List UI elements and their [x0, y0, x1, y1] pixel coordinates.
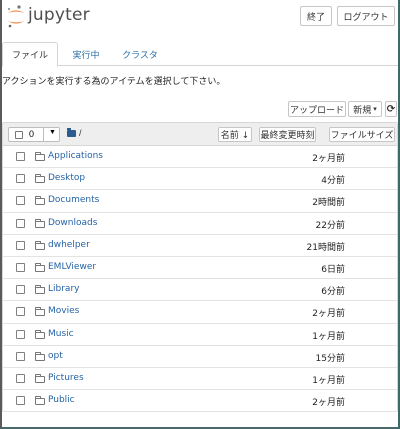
dropdown-divider [43, 128, 44, 141]
select-all-checkbox[interactable] [15, 131, 23, 139]
file-row[interactable]: Applications 2ヶ月前 [3, 146, 397, 169]
folder-icon [35, 240, 45, 250]
upload-button[interactable]: アップロード [288, 101, 346, 117]
tab-bar: ファイル 実行中 クラスタ [2, 42, 398, 67]
quit-button[interactable]: 終了 [300, 6, 332, 26]
modified-time: 1ヶ月前 [312, 375, 345, 386]
file-name-link[interactable]: Library [48, 284, 79, 294]
folder-icon[interactable] [67, 128, 76, 137]
file-row[interactable]: Pictures 1ヶ月前 [3, 368, 397, 391]
sort-by-size-button[interactable]: ファイルサイズ [329, 127, 395, 142]
sort-by-name-button[interactable]: 名前 ↓ [218, 127, 252, 142]
chevron-down-icon[interactable]: ▼ [49, 129, 56, 136]
new-button[interactable]: 新規 ▾ [348, 101, 382, 117]
file-name-link[interactable]: Desktop [48, 173, 85, 183]
modified-time: 21時間前 [306, 242, 345, 253]
folder-icon [35, 396, 45, 406]
file-row[interactable]: Downloads 22分前 [3, 213, 397, 235]
row-checkbox[interactable] [16, 285, 25, 295]
folder-icon [35, 329, 45, 339]
file-row[interactable]: EMLViewer 6日前 [3, 257, 397, 280]
row-checkbox[interactable] [16, 218, 25, 228]
file-name-link[interactable]: opt [48, 351, 63, 361]
jupyter-logo-icon [7, 5, 24, 28]
modified-time: 6分前 [321, 287, 345, 298]
modified-time: 2ヶ月前 [312, 154, 345, 164]
modified-time: 2ヶ月前 [312, 398, 345, 409]
folder-icon [35, 285, 45, 295]
file-name-link[interactable]: Documents [48, 195, 99, 205]
instruction-text: アクションを実行する為のアイテムを選択して下さい。 [2, 77, 226, 87]
folder-icon [35, 174, 45, 184]
file-name-link[interactable]: EMLViewer [48, 262, 96, 272]
app-name: jupyter [28, 5, 90, 25]
folder-icon [35, 351, 45, 361]
file-name-link[interactable]: Public [48, 395, 75, 405]
sort-by-modified-button[interactable]: 最終変更時刻 [259, 127, 316, 142]
tab-running[interactable]: 実行中 [62, 42, 110, 66]
file-row[interactable]: Library 6分前 [3, 279, 397, 302]
modified-time: 1ヶ月前 [312, 331, 345, 342]
folder-icon [35, 196, 45, 206]
file-list-header: 0 ▼ / 名前 ↓ 最終変更時刻 ファイルサイズ [3, 123, 397, 146]
header: jupyter 終了 ログアウト [2, 0, 398, 36]
file-row[interactable]: Music 1ヶ月前 [3, 324, 397, 346]
breadcrumb[interactable]: / [79, 128, 82, 138]
file-name-link[interactable]: Pictures [48, 373, 84, 383]
file-row[interactable]: Movies 2ヶ月前 [3, 301, 397, 324]
file-name-link[interactable]: Downloads [48, 218, 97, 228]
row-checkbox[interactable] [16, 307, 25, 317]
selected-count: 0 [29, 129, 35, 139]
logout-button[interactable]: ログアウト [337, 6, 395, 26]
row-checkbox[interactable] [16, 329, 25, 339]
select-all-dropdown[interactable]: 0 ▼ [8, 127, 60, 142]
file-row[interactable]: opt 15分前 [3, 346, 397, 368]
file-name-link[interactable]: dwhelper [48, 240, 90, 250]
modified-time: 15分前 [315, 353, 345, 364]
folder-icon [35, 373, 45, 383]
tab-files[interactable]: ファイル [2, 42, 58, 67]
row-checkbox[interactable] [16, 196, 25, 206]
row-checkbox[interactable] [16, 174, 25, 184]
new-label: 新規 [353, 105, 372, 116]
chevron-down-icon: ▾ [373, 105, 377, 113]
jupyter-logo[interactable]: jupyter [6, 4, 90, 30]
file-row[interactable]: Desktop 4分前 [3, 168, 397, 191]
row-checkbox[interactable] [16, 240, 25, 250]
file-name-link[interactable]: Applications [48, 151, 103, 161]
row-checkbox[interactable] [16, 373, 25, 383]
folder-icon [35, 262, 45, 272]
modified-time: 22分前 [315, 220, 345, 231]
modified-time: 6日前 [321, 264, 345, 275]
row-checkbox[interactable] [16, 396, 25, 406]
folder-icon [35, 152, 45, 161]
row-checkbox[interactable] [16, 262, 25, 272]
file-row[interactable]: Public 2ヶ月前 [3, 390, 397, 413]
folder-icon [35, 307, 45, 317]
row-checkbox[interactable] [16, 351, 25, 361]
file-name-link[interactable]: Movies [48, 306, 79, 316]
file-row[interactable]: dwhelper 21時間前 [3, 235, 397, 257]
row-checkbox[interactable] [16, 152, 25, 161]
modified-time: 2時間前 [312, 198, 345, 209]
file-list: 0 ▼ / 名前 ↓ 最終変更時刻 ファイルサイズ Applications 2ヶ… [2, 122, 398, 413]
refresh-icon: ⟳ [386, 103, 396, 115]
file-row[interactable]: Documents 2時間前 [3, 190, 397, 213]
file-name-link[interactable]: Music [48, 329, 74, 339]
refresh-button[interactable]: ⟳ [385, 101, 397, 117]
modified-time: 2ヶ月前 [312, 309, 345, 320]
folder-icon [35, 218, 45, 228]
modified-time: 4分前 [321, 176, 345, 187]
tab-clusters[interactable]: クラスタ [112, 42, 168, 66]
